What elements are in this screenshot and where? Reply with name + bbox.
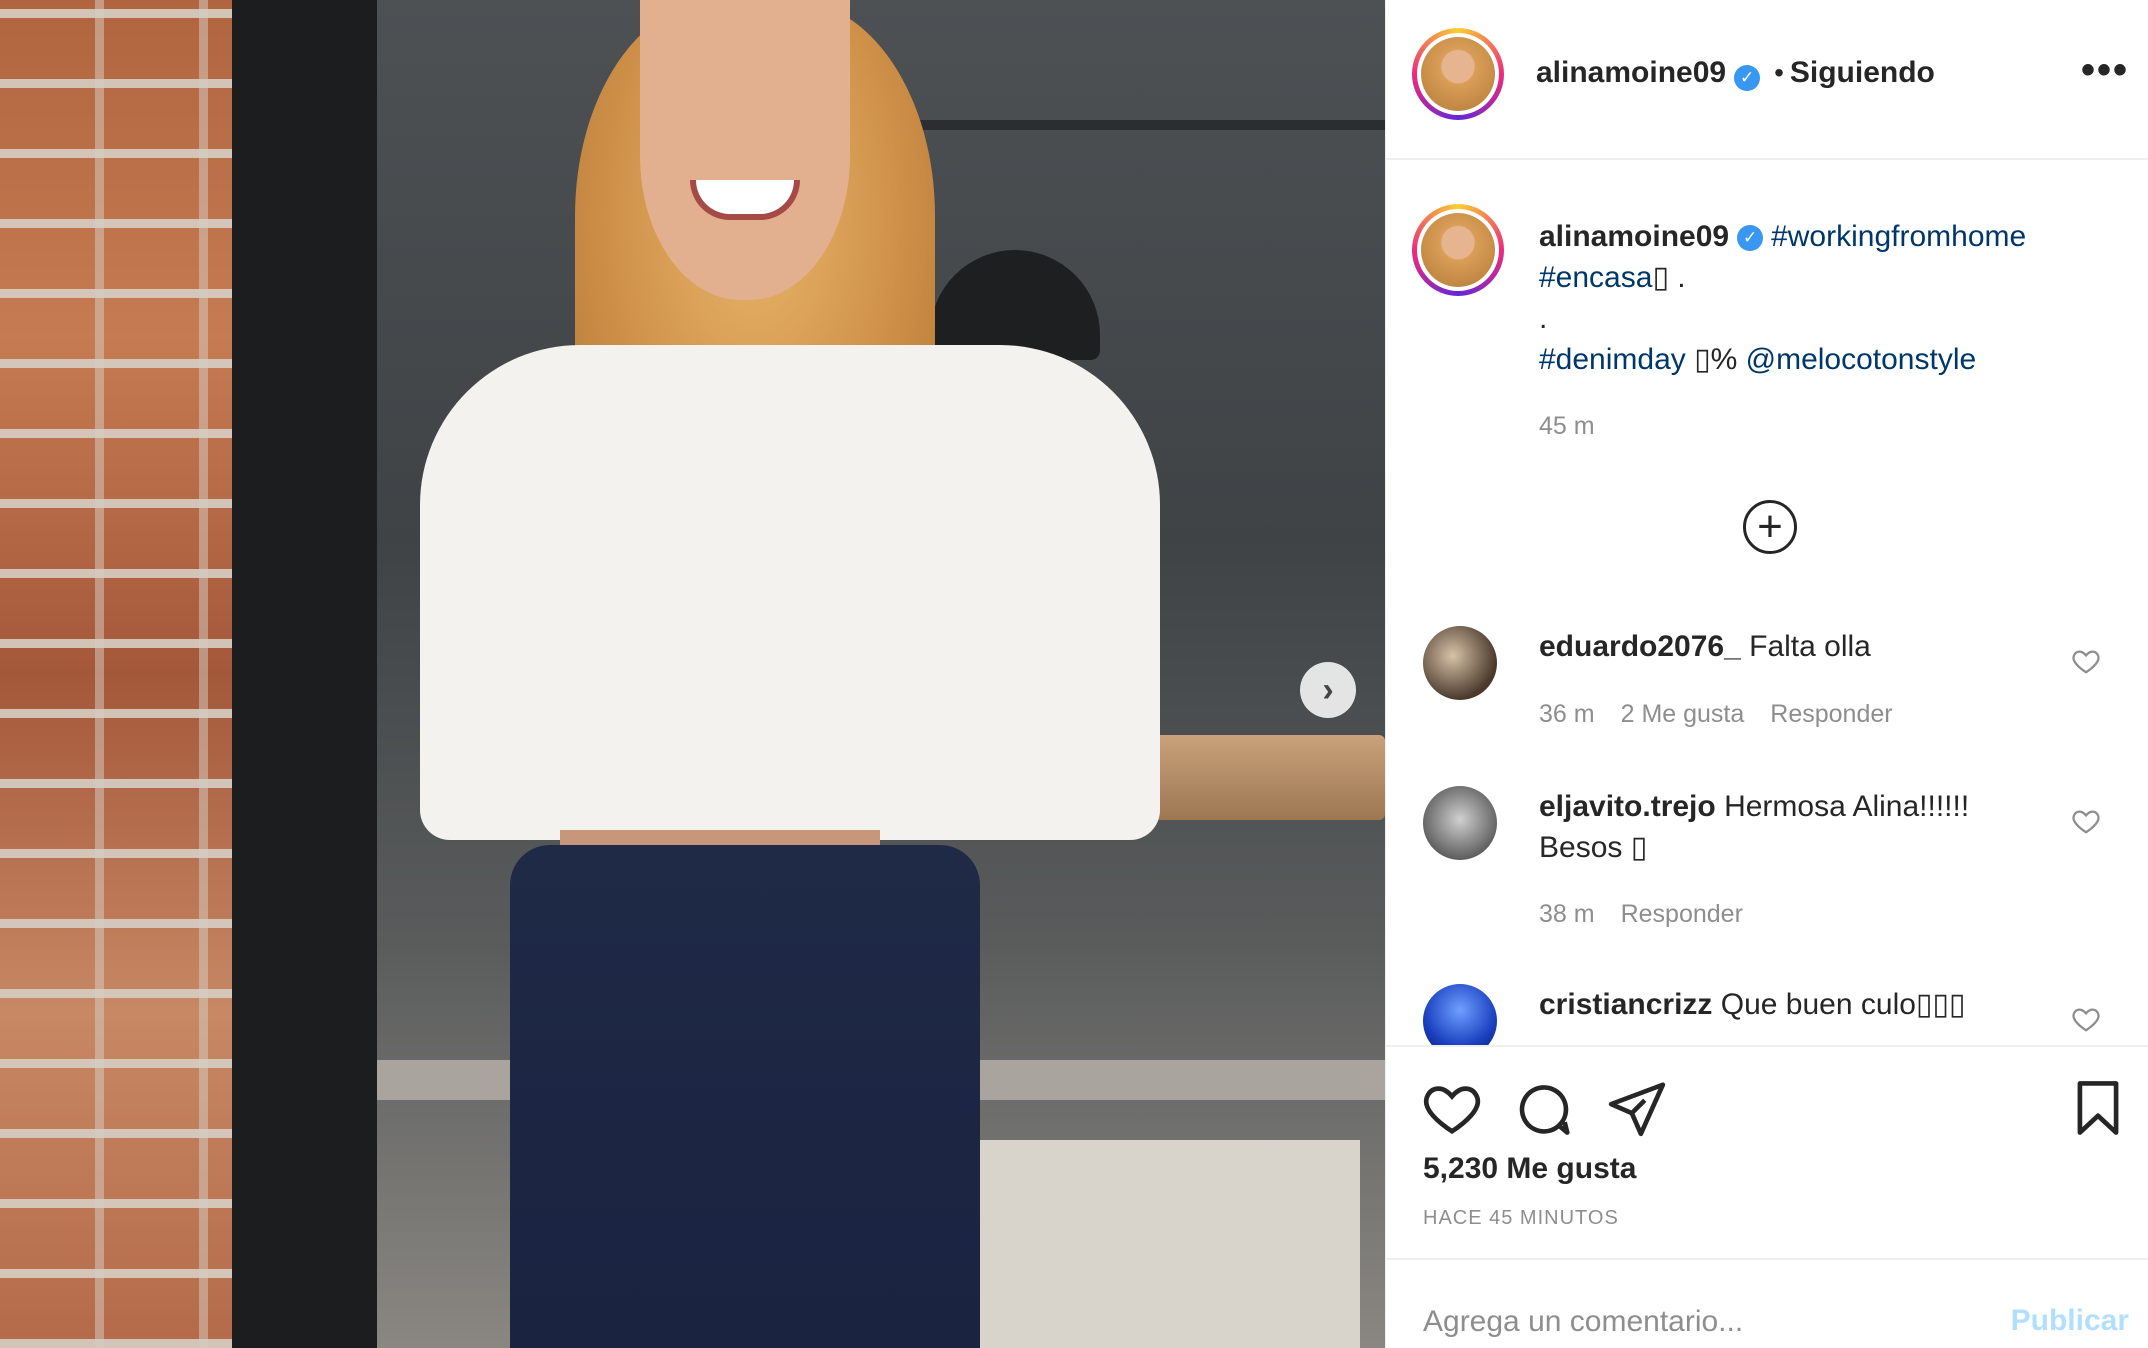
comment-time: 38 m — [1539, 900, 1595, 928]
post-header: alinamoine09 ✓ • Siguiendo ••• — [1386, 0, 2148, 160]
send-icon[interactable] — [1606, 1077, 1668, 1139]
caption-username[interactable]: alinamoine09 — [1539, 220, 1729, 253]
comment-avatar[interactable] — [1423, 626, 1497, 700]
header-user-line: alinamoine09 ✓ • Siguiendo — [1536, 56, 1935, 91]
wooden-counter — [1150, 735, 1385, 820]
comment-text: cristiancrizz Que buen culo▯▯▯ — [1539, 984, 2059, 1025]
heart-icon[interactable] — [2071, 1004, 2101, 1034]
post-details-panel: alinamoine09 ✓ • Siguiendo ••• alinamoine09… — [1385, 0, 2148, 1348]
more-options-icon[interactable]: ••• — [2081, 48, 2129, 93]
heart-icon[interactable] — [2071, 646, 2101, 676]
caption-line4-mid: ▯% — [1685, 343, 1746, 376]
load-more-comments-button[interactable]: + — [1743, 500, 1797, 554]
action-bar: 5,230 Me gusta HACE 45 MINUTOS — [1386, 1045, 2148, 1265]
shelf — [900, 120, 1385, 130]
heart-icon[interactable] — [1421, 1077, 1483, 1139]
caption-line2-rest: ▯ . — [1652, 261, 1686, 294]
post-image[interactable]: › — [0, 0, 1385, 1348]
comment-time: 36 m — [1539, 700, 1595, 728]
caption-avatar[interactable] — [1412, 204, 1504, 296]
bookmark-icon[interactable] — [2067, 1077, 2129, 1139]
caption-text: alinamoine09 ✓ #workingfromhome #encasa▯ .… — [1539, 216, 2119, 447]
comment-avatar[interactable] — [1423, 984, 1497, 1045]
add-comment-bar: Publicar — [1386, 1258, 2148, 1348]
next-image-button[interactable]: › — [1300, 662, 1356, 718]
verified-badge-icon: ✓ — [1734, 64, 1761, 91]
comment-item: cristiancrizz Que buen culo▯▯▯ — [1386, 980, 2148, 1045]
comment-text: eljavito.trejo Hermosa Alina!!!!!! Besos… — [1539, 786, 2039, 868]
comment-meta: 36 m 2 Me gusta Responder — [1539, 700, 1919, 729]
plus-circle-icon: + — [1757, 502, 1783, 551]
caption-line3: . — [1539, 302, 1548, 335]
header-avatar[interactable] — [1412, 28, 1504, 120]
reply-button[interactable]: Responder — [1770, 700, 1892, 728]
comment-text: eduardo2076_ Falta olla — [1539, 626, 2039, 667]
separator-dot: • — [1774, 57, 1784, 88]
door-frame — [232, 0, 377, 1348]
chevron-right-icon: › — [1322, 670, 1334, 709]
hashtag-encasa[interactable]: #encasa — [1539, 261, 1652, 294]
comment-avatar[interactable] — [1423, 786, 1497, 860]
heart-icon[interactable] — [2071, 806, 2101, 836]
denim-jeans — [510, 845, 980, 1348]
comment-username[interactable]: cristiancrizz — [1539, 988, 1712, 1021]
hashtag-denimday[interactable]: #denimday — [1539, 343, 1686, 376]
kitchen-cabinet — [980, 1140, 1360, 1348]
person-face — [640, 0, 850, 300]
comment-body: Que buen culo▯▯▯ — [1720, 988, 1966, 1021]
publish-button[interactable]: Publicar — [2011, 1304, 2129, 1338]
comment-username[interactable]: eduardo2076_ — [1539, 630, 1741, 663]
comment-likes[interactable]: 2 Me gusta — [1621, 700, 1745, 728]
verified-badge-icon: ✓ — [1737, 225, 1764, 252]
comment-username[interactable]: eljavito.trejo — [1539, 790, 1716, 823]
likes-count[interactable]: 5,230 Me gusta — [1423, 1152, 1636, 1186]
following-button[interactable]: Siguiendo — [1790, 56, 1935, 89]
mention-melocotonstyle[interactable]: @melocotonstyle — [1746, 343, 1977, 376]
post-timestamp: HACE 45 MINUTOS — [1423, 1207, 1619, 1229]
header-username[interactable]: alinamoine09 — [1536, 56, 1726, 89]
hashtag-workingfromhome[interactable]: #workingfromhome — [1771, 220, 2026, 253]
comment-meta: 38 m Responder — [1539, 900, 1769, 929]
caption-time: 45 m — [1539, 412, 1595, 440]
reply-button[interactable]: Responder — [1621, 900, 1743, 928]
comment-body: Falta olla — [1749, 630, 1871, 663]
white-top — [420, 345, 1160, 840]
comment-input[interactable] — [1423, 1300, 1983, 1344]
comment-icon[interactable] — [1513, 1077, 1575, 1139]
brick-wall — [0, 0, 232, 1348]
